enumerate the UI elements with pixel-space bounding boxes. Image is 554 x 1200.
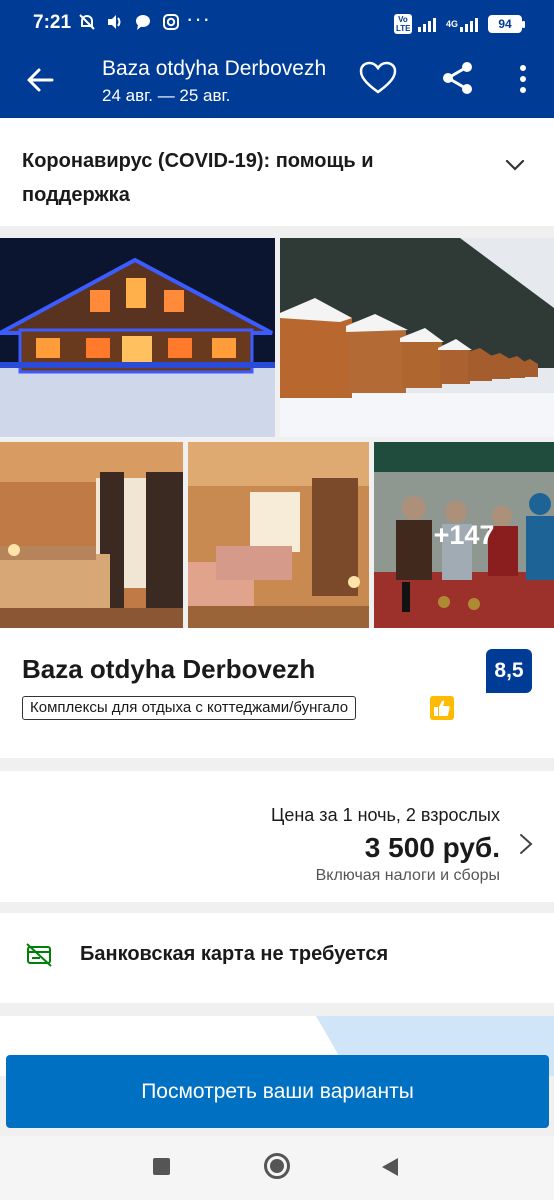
photo-bedroom-2[interactable] <box>188 442 369 628</box>
page-title: Baza otdyha Derbovezh <box>102 57 327 80</box>
heart-icon[interactable] <box>358 60 398 96</box>
signal-icon <box>417 18 436 32</box>
instagram-icon <box>163 14 179 30</box>
no-card-icon <box>26 943 52 967</box>
system-nav-bar <box>0 1136 554 1200</box>
network-type: 4G <box>445 19 458 29</box>
price-note: Включая налоги и сборы <box>315 867 500 884</box>
property-name: Baza otdyha Derbovezh <box>22 654 316 684</box>
chevron-down-icon[interactable] <box>502 152 528 178</box>
more-vertical-icon[interactable] <box>508 62 538 96</box>
volte-badge: Vo LTE <box>393 14 412 34</box>
status-system-icons: Vo LTE 4G 94 <box>393 14 525 34</box>
share-icon[interactable] <box>440 60 476 96</box>
photo-more[interactable]: +147 <box>374 442 554 628</box>
signal-4g-icon <box>460 18 478 32</box>
date-range: 24 авг. — 25 авг. <box>102 86 231 105</box>
top-bar: 7:21 ··· Vo LTE 4G 94 Baza otdyha Derbov… <box>0 0 554 118</box>
thumbs-up-icon[interactable] <box>430 696 454 720</box>
chat-bubble-icon <box>136 15 150 30</box>
status-bar: 7:21 ··· Vo LTE 4G 94 <box>0 0 554 48</box>
photo-cabins[interactable] <box>280 238 554 437</box>
property-type-badge: Комплексы для отдыха с коттеджами/бунгал… <box>22 696 357 720</box>
price-label: Цена за 1 ночь, 2 взрослых <box>271 805 500 825</box>
photo-main[interactable] <box>0 238 275 437</box>
volume-icon <box>108 15 121 29</box>
covid-banner-text: Коронавирус (COVID-19): помощь и поддерж… <box>22 150 374 206</box>
see-options-button[interactable]: Посмотреть ваши варианты <box>6 1055 549 1128</box>
cabins-snow-image <box>280 238 554 437</box>
home-button[interactable] <box>264 1153 290 1179</box>
property-info: Baza otdyha Derbovezh 8,5 Комплексы для … <box>0 628 554 758</box>
more-notifications-icon: ··· <box>186 6 211 31</box>
payment-info-text: Банковская карта не требуется <box>80 943 389 965</box>
photo-gallery: +147 <box>0 238 554 628</box>
back-arrow-icon[interactable] <box>22 62 58 98</box>
recents-button[interactable] <box>153 1158 170 1175</box>
lodge-night-image <box>0 238 275 437</box>
photo-bedroom-1[interactable] <box>0 442 183 628</box>
chevron-right-icon[interactable] <box>518 832 534 856</box>
bedroom-two-image <box>188 442 369 628</box>
covid-banner[interactable]: Коронавирус (COVID-19): помощь и поддерж… <box>0 118 554 226</box>
status-time: 7:21 <box>33 12 72 33</box>
price-value: 3 500 руб. <box>364 832 500 863</box>
bedroom-image <box>0 442 183 628</box>
back-triangle-icon[interactable] <box>380 1156 400 1178</box>
price-block[interactable]: Цена за 1 ночь, 2 взрослых 3 500 руб. Вк… <box>0 771 554 902</box>
review-score-badge[interactable]: 8,5 <box>486 649 532 693</box>
battery-indicator: 94 <box>488 15 525 33</box>
payment-info: Банковская карта не требуется <box>0 913 554 1003</box>
mute-bell-icon <box>79 14 95 30</box>
status-notification-icons <box>78 13 180 31</box>
more-photos-count: +147 <box>374 442 554 628</box>
